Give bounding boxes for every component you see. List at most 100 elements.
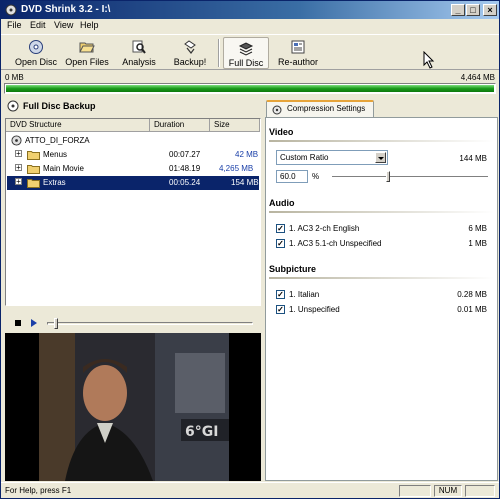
percent-label: % <box>312 172 320 181</box>
open-disc-button[interactable]: Open Disc <box>11 37 61 69</box>
compression-mode-select[interactable]: Custom Ratio <box>276 150 388 165</box>
ratio-slider-thumb[interactable] <box>386 171 390 182</box>
audio-item-label: 1. AC3 5.1-ch Unspecified <box>289 239 382 248</box>
seek-thumb[interactable] <box>54 318 58 329</box>
video-frame-image: 6°GI <box>5 333 261 481</box>
section-divider <box>269 277 494 279</box>
analysis-label: Analysis <box>122 57 156 67</box>
audio-checkbox[interactable]: ✓ <box>276 224 285 233</box>
status-bar: For Help, press F1 NUM <box>1 482 499 498</box>
row-name: Menus <box>43 150 68 159</box>
compression-mode-value: Custom Ratio <box>280 153 329 162</box>
expand-icon[interactable]: + <box>15 178 22 186</box>
backup-label: Backup! <box>173 57 207 67</box>
dvd-small-icon <box>7 100 19 112</box>
analysis-button[interactable]: Analysis <box>117 37 161 69</box>
size-min-label: 0 MB <box>5 73 24 82</box>
toolbar-separator <box>218 39 220 67</box>
close-button[interactable]: × <box>483 4 497 16</box>
menu-view[interactable]: View <box>54 20 73 30</box>
video-size: 144 MB <box>459 154 487 163</box>
seek-track[interactable] <box>47 318 253 329</box>
open-disc-label: Open Disc <box>14 57 58 67</box>
folder-icon <box>27 151 40 160</box>
status-pane-empty <box>465 485 495 497</box>
row-duration: 00:05.24 <box>169 178 201 187</box>
size-max-label: 4,464 MB <box>460 73 495 82</box>
row-size: 4,265 MB <box>219 164 254 173</box>
chevron-down-icon[interactable] <box>375 152 386 163</box>
backup-button[interactable]: Backup! <box>167 37 213 69</box>
num-lock-indicator: NUM <box>434 485 462 497</box>
minimize-button[interactable]: _ <box>451 4 465 16</box>
reauthor-icon <box>291 40 305 54</box>
ratio-input[interactable]: 60.0 <box>276 170 308 183</box>
audio-item-label: 1. AC3 2-ch English <box>289 224 360 233</box>
full-disc-icon <box>238 42 254 56</box>
video-section-title: Video <box>269 127 294 137</box>
open-folder-icon <box>79 42 95 53</box>
tree-root[interactable]: ATTO_DI_FORZA <box>7 134 259 148</box>
subpicture-checkbox[interactable]: ✓ <box>276 290 285 299</box>
menu-help[interactable]: Help <box>80 20 99 30</box>
size-progress-track <box>4 83 496 94</box>
tab-compression-settings[interactable]: Compression Settings <box>266 100 374 117</box>
svg-text:6°GI: 6°GI <box>185 424 218 440</box>
tree-header: DVD Structure Duration Size <box>6 119 260 132</box>
open-files-button[interactable]: Open Files <box>63 37 111 69</box>
status-pane-empty <box>399 485 431 497</box>
expand-icon[interactable]: + <box>15 164 22 172</box>
tree-row-main-movie[interactable]: + Main Movie 01:48.19 4,265 MB <box>7 162 259 176</box>
row-duration: 00:07.27 <box>169 150 201 159</box>
window-title: DVD Shrink 3.2 - I:\ <box>21 4 111 15</box>
play-button[interactable] <box>31 319 37 327</box>
ratio-value: 60.0 <box>280 172 296 181</box>
column-duration[interactable]: Duration <box>150 119 210 132</box>
row-duration: 01:48.19 <box>169 164 201 173</box>
column-structure[interactable]: DVD Structure <box>6 119 150 132</box>
reauthor-label: Re-author <box>277 57 319 67</box>
column-size[interactable]: Size <box>210 119 260 132</box>
backup-header-label: Full Disc Backup <box>23 101 96 111</box>
title-bar[interactable]: DVD Shrink 3.2 - I:\ _ □ × <box>1 1 499 19</box>
app-window: DVD Shrink 3.2 - I:\ _ □ × File Edit Vie… <box>0 0 500 499</box>
status-message: For Help, press F1 <box>5 486 72 495</box>
menu-edit[interactable]: Edit <box>30 20 46 30</box>
size-progress-fill <box>6 85 494 92</box>
row-size: 154 MB <box>231 178 259 187</box>
section-divider <box>269 140 494 142</box>
mouse-cursor-icon <box>423 51 435 69</box>
preview-controls <box>5 315 261 331</box>
menu-file[interactable]: File <box>7 20 22 30</box>
audio-checkbox[interactable]: ✓ <box>276 239 285 248</box>
settings-tab-icon <box>272 105 282 115</box>
maximize-button[interactable]: □ <box>466 4 480 16</box>
tree-row-menus[interactable]: + Menus 00:07.27 42 MB <box>7 148 259 162</box>
subpicture-item-label: 1. Unspecified <box>289 305 340 314</box>
ratio-slider[interactable] <box>332 171 488 182</box>
backup-icon <box>184 40 196 54</box>
reauthor-button[interactable]: Re-author <box>275 37 321 69</box>
expand-icon[interactable]: + <box>15 150 22 158</box>
tab-label: Compression Settings <box>287 104 366 113</box>
video-preview: 6°GI <box>5 333 261 481</box>
audio-item-size: 1 MB <box>468 239 487 248</box>
subpicture-item-label: 1. Italian <box>289 290 320 299</box>
audio-item-size: 6 MB <box>468 224 487 233</box>
subpicture-checkbox[interactable]: ✓ <box>276 305 285 314</box>
full-disc-label: Full Disc <box>228 58 264 68</box>
backup-header: Full Disc Backup <box>5 100 261 114</box>
full-disc-button[interactable]: Full Disc <box>223 37 269 69</box>
toolbar: Open Disc Open Files Analysis Backup! Fu… <box>1 34 499 70</box>
compression-panel: Video Custom Ratio 144 MB 60.0 % Audio ✓… <box>265 117 498 481</box>
subpicture-item-size: 0.28 MB <box>457 290 487 299</box>
tree-row-extras[interactable]: + Extras 00:05.24 154 MB <box>7 176 259 190</box>
audio-section-title: Audio <box>269 198 295 208</box>
dvd-structure-tree[interactable]: DVD Structure Duration Size ATTO_DI_FORZ… <box>5 118 261 306</box>
root-label: ATTO_DI_FORZA <box>25 136 90 145</box>
subpicture-section-title: Subpicture <box>269 264 317 274</box>
disc-icon <box>11 135 22 146</box>
stop-button[interactable] <box>15 320 21 326</box>
disc-size-bar: 0 MB 4,464 MB <box>1 71 499 97</box>
folder-icon <box>27 179 40 188</box>
